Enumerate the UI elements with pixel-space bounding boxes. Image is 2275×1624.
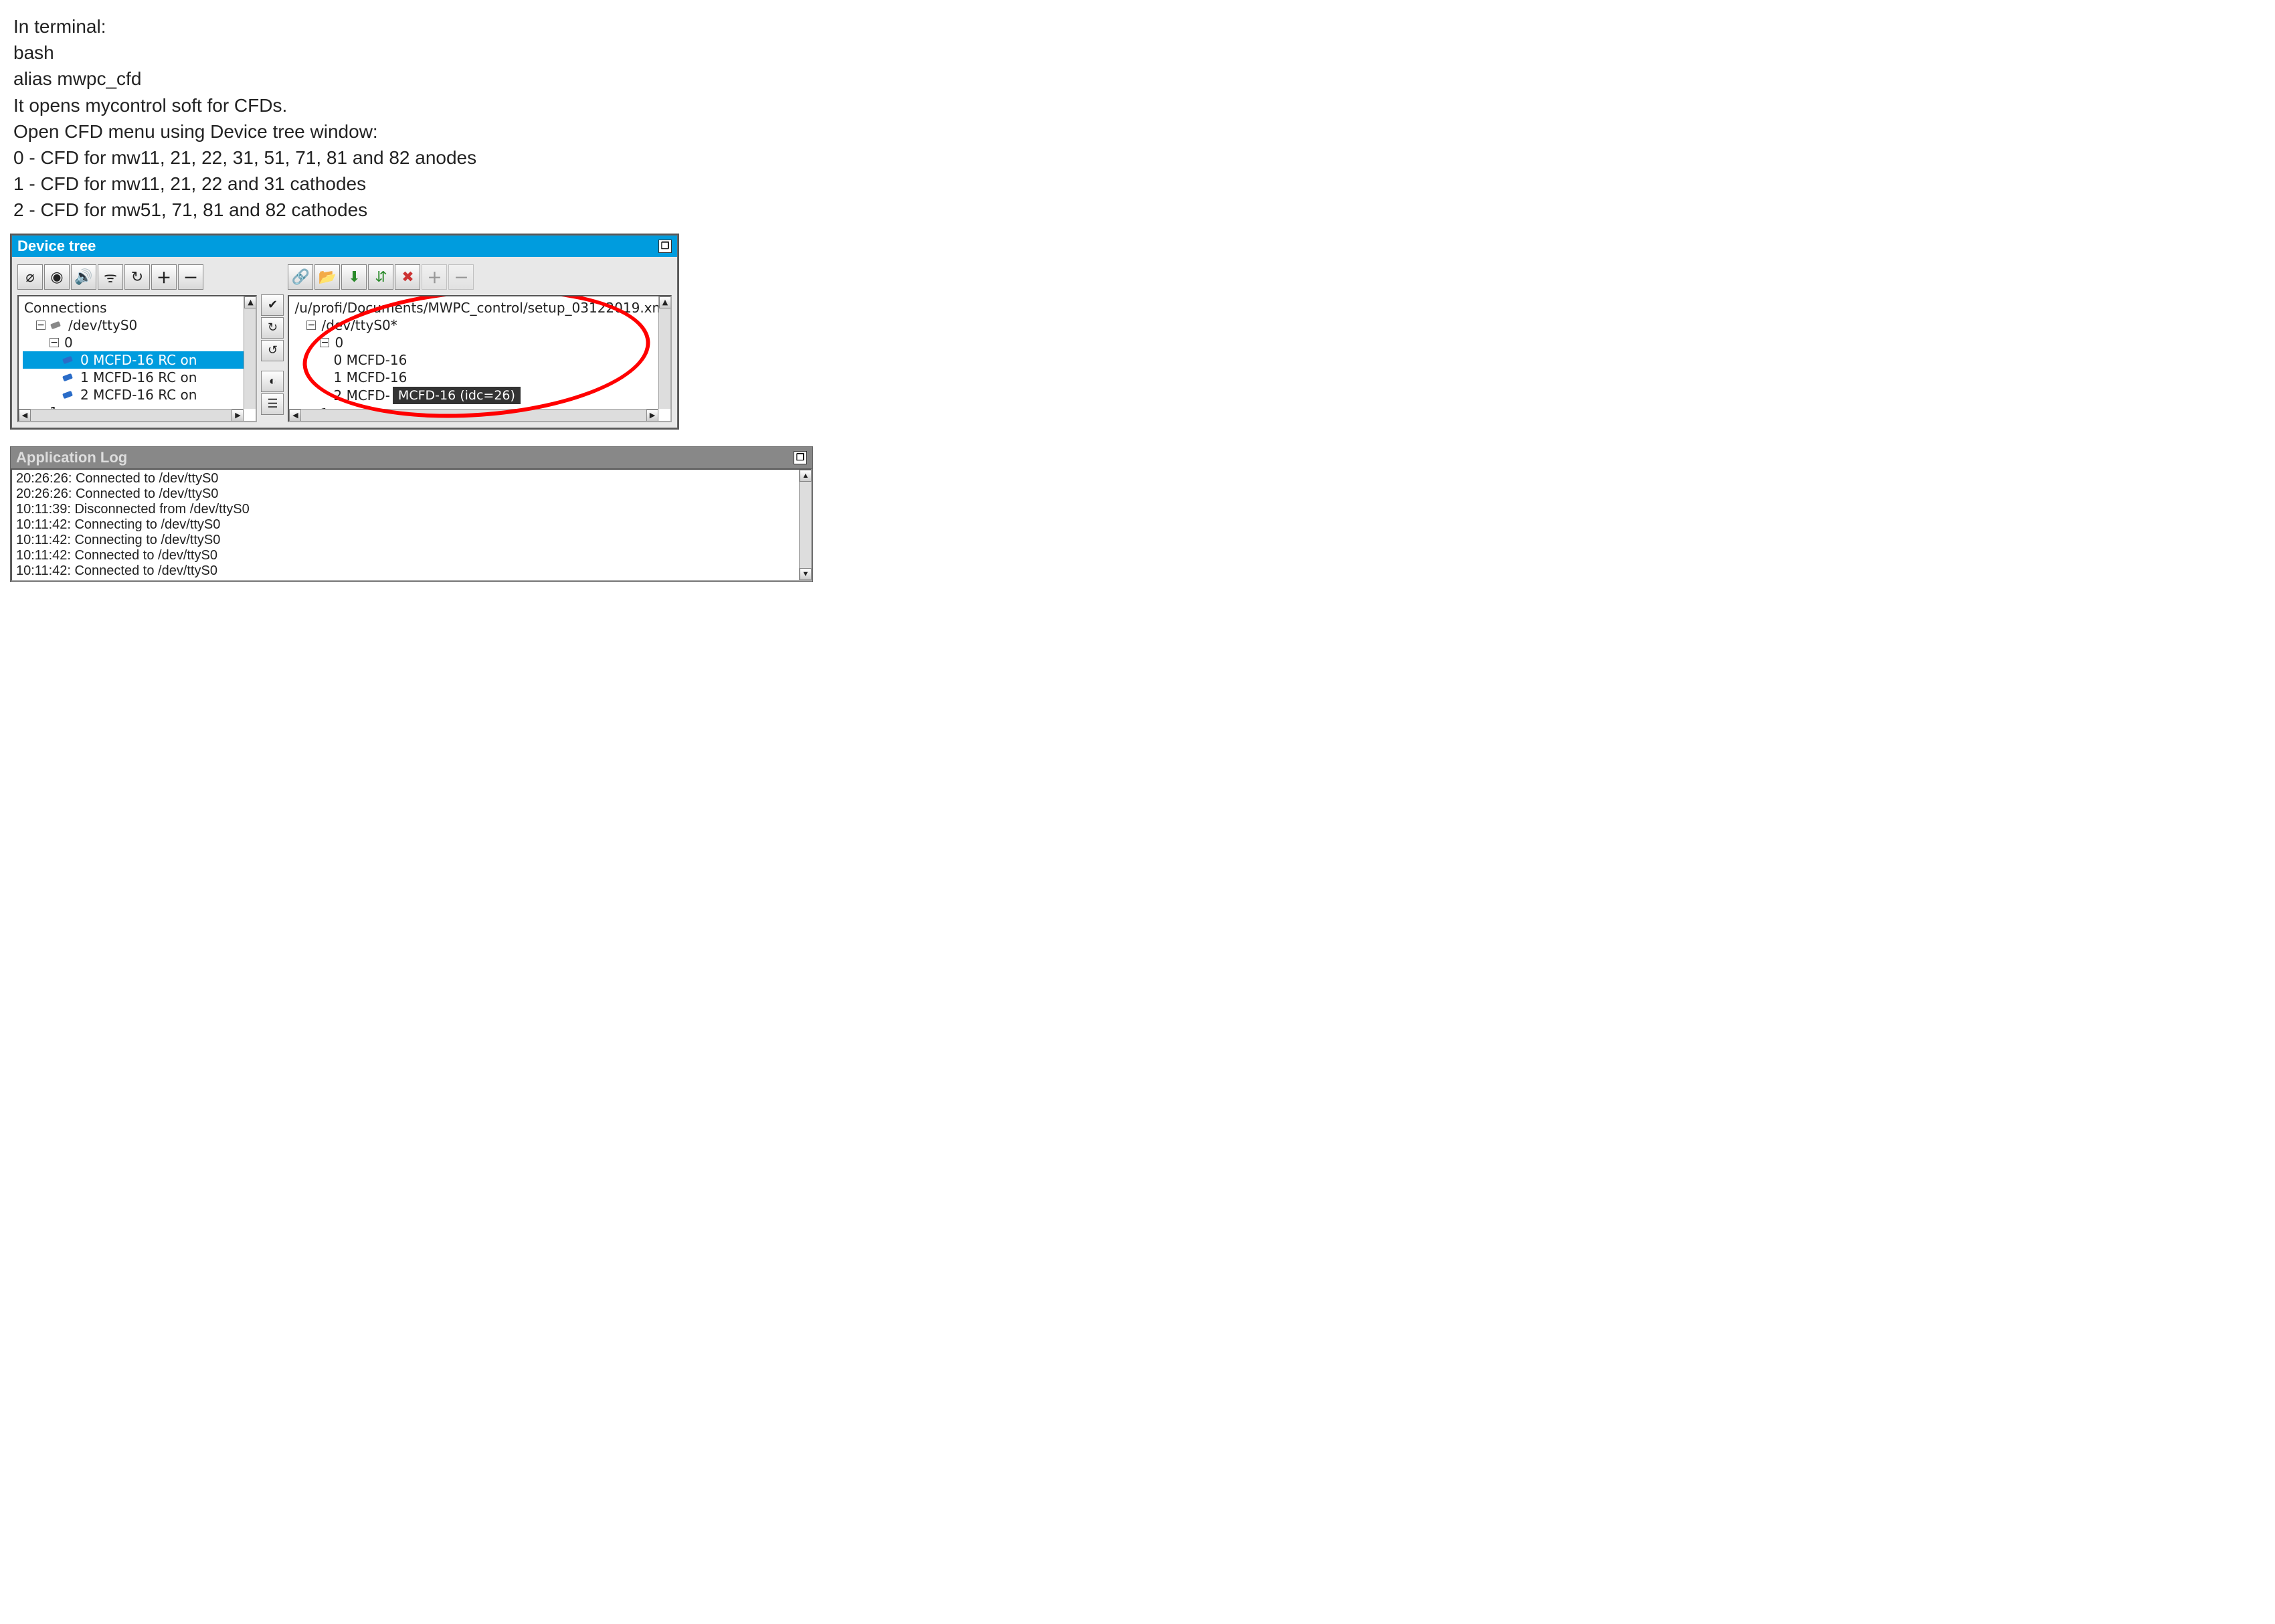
mid-toolbar: ✔ ↻ ↺ ◐ ☰: [261, 262, 284, 422]
window-title: Device tree: [17, 238, 96, 255]
config-tree[interactable]: /u/profi/Documents/MWPC_control/setup_03…: [288, 295, 672, 422]
list-icon[interactable]: ☰: [261, 393, 284, 415]
tree-label: 1 MCFD-16 RC on: [80, 369, 197, 385]
config-path[interactable]: /u/profi/Documents/MWPC_control/setup_03…: [293, 299, 666, 317]
tree-device-1[interactable]: 1 MCFD-16 RC on: [23, 369, 252, 386]
config-bus[interactable]: − 0: [293, 334, 666, 351]
record-icon[interactable]: ◉: [44, 264, 70, 290]
log-line: 20:26:26: Connected to /dev/ttyS0: [16, 471, 807, 486]
tree-bus[interactable]: − 0: [23, 334, 252, 351]
restore-icon[interactable]: ❐: [658, 240, 672, 253]
tree-label: 1 MCFD-16: [333, 369, 407, 385]
h-scrollbar[interactable]: ◀ ▶: [289, 409, 658, 421]
v-scrollbar[interactable]: ▲ ▼: [799, 470, 811, 580]
scroll-right-icon[interactable]: ▶: [646, 410, 658, 422]
connections-panel: ⌀ ◉ 🔊 ᯤ ↻ ＋ － Connections −: [17, 262, 257, 422]
tree-label: /dev/ttyS0*: [321, 317, 397, 333]
device-tree-window: Device tree ❐ ⌀ ◉ 🔊 ᯤ ↻ ＋ － Connec: [11, 235, 678, 428]
scroll-up-icon[interactable]: ▲: [659, 296, 671, 308]
application-log-window: Application Log ❐ 20:26:26: Connected to…: [10, 446, 813, 582]
sound-icon[interactable]: 🔊: [71, 264, 96, 290]
sync-left-icon[interactable]: ↺: [261, 340, 284, 361]
upload-icon[interactable]: ⇵: [368, 264, 393, 290]
tree-label: 0 MCFD-16: [333, 352, 407, 368]
log-line: 10:11:39: Disconnected from /dev/ttyS0: [16, 502, 807, 517]
log-titlebar[interactable]: Application Log ❐: [11, 447, 812, 468]
text-line: In terminal:: [13, 13, 2262, 39]
tree-device-0[interactable]: 0 MCFD-16 RC on: [23, 351, 252, 369]
close-icon[interactable]: ✖: [395, 264, 420, 290]
scroll-left-icon[interactable]: ◀: [289, 410, 301, 422]
config-toolbar: 🔗 📂 ⬇ ⇵ ✖ ＋ －: [288, 262, 672, 295]
device-tree-titlebar[interactable]: Device tree ❐: [12, 236, 677, 257]
config-port[interactable]: − /dev/ttyS0*: [293, 317, 666, 334]
plug-icon: [51, 320, 66, 331]
scroll-up-icon[interactable]: ▲: [244, 296, 256, 308]
instruction-text: In terminal: bash alias mwpc_cfd It open…: [0, 0, 2275, 230]
tree-label: 2 MCFD-16 RC on: [80, 387, 197, 403]
scroll-right-icon[interactable]: ▶: [232, 410, 244, 422]
log-line: 10:11:42: Connecting to /dev/ttyS0: [16, 533, 807, 548]
scroll-up-icon[interactable]: ▲: [800, 470, 812, 482]
scroll-left-icon[interactable]: ◀: [19, 410, 31, 422]
refresh-icon[interactable]: ↻: [124, 264, 150, 290]
text-line: alias mwpc_cfd: [13, 66, 2262, 92]
scroll-down-icon[interactable]: ▼: [800, 568, 812, 580]
link-icon[interactable]: 🔗: [288, 264, 313, 290]
download-icon[interactable]: ⬇: [341, 264, 367, 290]
tree-device-2[interactable]: 2 MCFD-16 RC on: [23, 386, 252, 403]
text-line: Open CFD menu using Device tree window:: [13, 118, 2262, 145]
add-disabled-icon: ＋: [422, 264, 447, 290]
sync-right-icon[interactable]: ↻: [261, 317, 284, 339]
check-icon[interactable]: ✔: [261, 294, 284, 316]
tree-label: 2 MCFD-: [333, 387, 389, 403]
h-scrollbar[interactable]: ◀ ▶: [19, 409, 244, 421]
plug-icon: [63, 355, 78, 365]
tree-root[interactable]: Connections: [23, 299, 252, 317]
v-scrollbar[interactable]: ▲: [658, 296, 670, 409]
connections-toolbar: ⌀ ◉ 🔊 ᯤ ↻ ＋ －: [17, 262, 257, 295]
text-line: 0 - CFD for mw11, 21, 22, 31, 51, 71, 81…: [13, 145, 2262, 171]
tree-label: /dev/ttyS0: [68, 317, 137, 333]
config-device-1[interactable]: 1 MCFD-16: [293, 369, 666, 386]
tree-label: 0: [64, 335, 73, 351]
tree-label: Connections: [24, 300, 107, 316]
log-line: 10:11:42: Connected to /dev/ttyS0: [16, 548, 807, 563]
disconnect-icon[interactable]: ⌀: [17, 264, 43, 290]
open-folder-icon[interactable]: 📂: [314, 264, 340, 290]
remove-icon[interactable]: －: [178, 264, 203, 290]
plug-icon: [63, 372, 78, 383]
restore-icon[interactable]: ❐: [794, 451, 807, 464]
collapse-icon[interactable]: −: [306, 321, 316, 330]
log-content[interactable]: 20:26:26: Connected to /dev/ttyS0 20:26:…: [11, 468, 812, 581]
text-line: It opens mycontrol soft for CFDs.: [13, 92, 2262, 118]
collapse-icon[interactable]: −: [50, 338, 59, 347]
text-line: 2 - CFD for mw51, 71, 81 and 82 cathodes: [13, 197, 2262, 223]
tooltip: MCFD-16 (idc=26): [393, 387, 521, 404]
remove-disabled-icon: －: [448, 264, 474, 290]
config-device-0[interactable]: 0 MCFD-16: [293, 351, 666, 369]
config-device-2[interactable]: 2 MCFD- MCFD-16 (idc=26): [293, 386, 666, 405]
tree-label: 0 MCFD-16 RC on: [80, 352, 197, 368]
log-line: 20:26:26: Connected to /dev/ttyS0: [16, 486, 807, 502]
window-title: Application Log: [16, 449, 127, 466]
tree-label: /u/profi/Documents/MWPC_control/setup_03…: [294, 300, 665, 316]
add-icon[interactable]: ＋: [151, 264, 177, 290]
wifi-icon[interactable]: ᯤ: [98, 264, 123, 290]
log-line: 10:11:42: Connected to /dev/ttyS0: [16, 563, 807, 579]
collapse-icon[interactable]: −: [320, 338, 329, 347]
app-area: Device tree ❐ ⌀ ◉ 🔊 ᯤ ↻ ＋ － Connec: [10, 234, 679, 430]
toggle-icon[interactable]: ◐: [261, 371, 284, 392]
connections-tree[interactable]: Connections − /dev/ttyS0 − 0: [17, 295, 257, 422]
text-line: 1 - CFD for mw11, 21, 22 and 31 cathodes: [13, 171, 2262, 197]
log-line: 10:11:42: Connecting to /dev/ttyS0: [16, 517, 807, 533]
v-scrollbar[interactable]: ▲: [244, 296, 256, 409]
plug-icon: [63, 389, 78, 400]
collapse-icon[interactable]: −: [36, 321, 46, 330]
tree-port[interactable]: − /dev/ttyS0: [23, 317, 252, 334]
config-panel: 🔗 📂 ⬇ ⇵ ✖ ＋ － /u/profi/Documents/MWPC_co…: [288, 262, 672, 422]
tree-label: 0: [335, 335, 343, 351]
text-line: bash: [13, 39, 2262, 66]
